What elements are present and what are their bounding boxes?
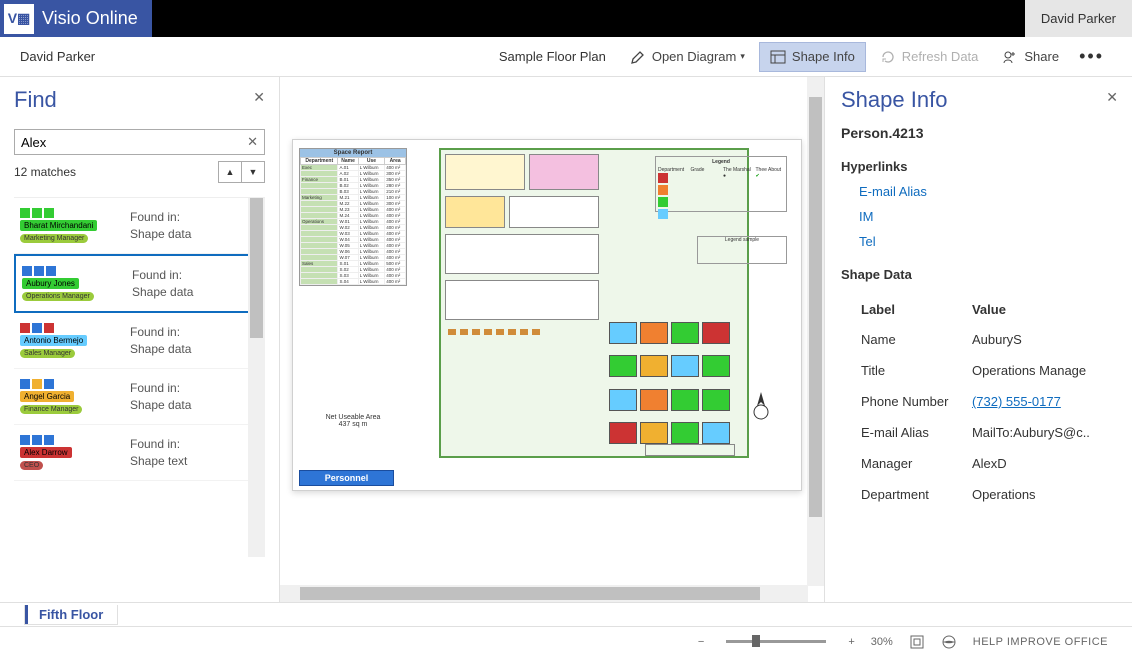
- zoom-out-button[interactable]: −: [698, 636, 704, 648]
- find-result-detail: Found in:Shape data: [130, 209, 191, 243]
- shape-data-row: DepartmentOperations: [843, 480, 1114, 509]
- shape-info-icon: [770, 49, 786, 65]
- hyperlinks-heading: Hyperlinks: [841, 159, 1116, 174]
- open-diagram-button[interactable]: Open Diagram ▾: [620, 43, 755, 71]
- visio-icon: V▦: [4, 4, 34, 34]
- legend-box: Legend Department Grade The Marshal● The…: [655, 156, 787, 212]
- hyperlink-im[interactable]: IM: [859, 209, 1116, 224]
- titlebar-user[interactable]: David Parker: [1025, 0, 1132, 37]
- find-matches-label: 12 matches: [14, 165, 76, 179]
- find-result-detail: Found in:Shape data: [130, 324, 191, 358]
- help-improve-link[interactable]: HELP IMPROVE OFFICE: [973, 636, 1108, 648]
- find-clear-button[interactable]: ✕: [247, 134, 258, 150]
- canvas-area[interactable]: Space Report DepartmentNameUseArea ExecA…: [280, 77, 824, 602]
- find-result-item[interactable]: Angel GarciaFinance ManagerFound in:Shap…: [14, 369, 265, 425]
- refresh-data-button[interactable]: Refresh Data: [870, 43, 989, 71]
- find-panel: Find ✕ ✕ 12 matches ▲ ▼ Bharat Mirchanda…: [0, 77, 280, 602]
- find-result-detail: Found in:Shape text: [130, 436, 187, 470]
- find-result-item[interactable]: Antonio BermejoSales ManagerFound in:Sha…: [14, 313, 265, 369]
- drawing-canvas[interactable]: Space Report DepartmentNameUseArea ExecA…: [292, 139, 802, 491]
- shape-data-label: E-mail Alias: [843, 418, 970, 447]
- shape-data-th-label: Label: [843, 296, 970, 323]
- page-tab-bar: Fifth Floor: [0, 602, 1132, 626]
- shape-data-row: ManagerAlexD: [843, 449, 1114, 478]
- find-title: Find: [14, 87, 265, 113]
- find-input-wrap: ✕: [14, 129, 265, 155]
- personnel-button[interactable]: Personnel: [299, 470, 394, 486]
- app-brand: V▦ Visio Online: [0, 0, 152, 37]
- zoom-percent-label: 30%: [871, 636, 893, 648]
- shape-data-table: Label Value NameAuburySTitleOperations M…: [841, 294, 1116, 511]
- compass-icon: [751, 392, 771, 422]
- find-result-item[interactable]: Aubury JonesOperations ManagerFound in:S…: [14, 254, 265, 313]
- fit-width-button[interactable]: [941, 634, 957, 650]
- command-bar: David Parker Sample Floor Plan Open Diag…: [0, 37, 1132, 77]
- shape-data-row: E-mail AliasMailTo:AuburyS@c..: [843, 418, 1114, 447]
- space-report-table: Space Report DepartmentNameUseArea ExecA…: [299, 148, 407, 286]
- shape-data-value: Operations Manage: [972, 356, 1114, 385]
- space-report-title: Space Report: [300, 149, 406, 157]
- find-prev-button[interactable]: ▲: [218, 161, 242, 183]
- find-close-button[interactable]: ✕: [253, 89, 265, 106]
- shape-data-value: MailTo:AuburyS@c..: [972, 418, 1114, 447]
- shape-info-button[interactable]: Shape Info: [759, 42, 866, 72]
- canvas-h-scrollbar[interactable]: [280, 585, 808, 602]
- shape-data-th-value: Value: [972, 296, 1114, 323]
- title-bar: V▦ Visio Online David Parker: [0, 0, 1132, 37]
- shape-data-value: AlexD: [972, 449, 1114, 478]
- shape-data-label: Manager: [843, 449, 970, 478]
- share-icon: [1002, 49, 1018, 65]
- find-next-button[interactable]: ▼: [241, 161, 265, 183]
- page-tab-label: Fifth Floor: [39, 607, 103, 622]
- find-input[interactable]: [21, 135, 247, 150]
- net-useable-area: Net Useable Area 437 sq m: [299, 414, 407, 428]
- shape-data-label: Title: [843, 356, 970, 385]
- shape-data-row: Phone Number(732) 555-0177: [843, 387, 1114, 416]
- find-result-item[interactable]: Bharat MirchandaniMarketing ManagerFound…: [14, 198, 265, 254]
- find-results-scrollbar[interactable]: [248, 198, 265, 557]
- open-diagram-label: Open Diagram: [652, 49, 737, 64]
- floor-plan: Legend Department Grade The Marshal● The…: [413, 148, 793, 466]
- find-result-detail: Found in:Shape data: [130, 380, 191, 414]
- status-bar: − + 30% HELP IMPROVE OFFICE: [0, 626, 1132, 656]
- page-tab-fifth-floor[interactable]: Fifth Floor: [24, 605, 118, 625]
- shape-data-label: Name: [843, 325, 970, 354]
- share-button[interactable]: Share: [992, 43, 1069, 71]
- chevron-down-icon: ▾: [740, 51, 745, 62]
- refresh-data-label: Refresh Data: [902, 49, 979, 64]
- shape-data-label: Department: [843, 480, 970, 509]
- find-results-list: Bharat MirchandaniMarketing ManagerFound…: [14, 197, 265, 557]
- shape-info-label: Shape Info: [792, 49, 855, 64]
- hyperlink-tel[interactable]: Tel: [859, 234, 1116, 249]
- doc-owner-label: David Parker: [20, 49, 95, 64]
- scale-bar: [645, 444, 735, 456]
- pencil-icon: [630, 49, 646, 65]
- document-title: Sample Floor Plan: [489, 43, 616, 70]
- canvas-v-scrollbar[interactable]: [807, 77, 824, 586]
- shape-data-value: Operations: [972, 480, 1114, 509]
- zoom-slider[interactable]: [726, 640, 826, 643]
- shape-data-link[interactable]: (732) 555-0177: [972, 394, 1061, 409]
- shape-data-value: (732) 555-0177: [972, 387, 1114, 416]
- main-area: Find ✕ ✕ 12 matches ▲ ▼ Bharat Mirchanda…: [0, 77, 1132, 602]
- shape-data-row: TitleOperations Manage: [843, 356, 1114, 385]
- more-commands-button[interactable]: •••: [1071, 46, 1112, 67]
- shape-data-value: AuburyS: [972, 325, 1114, 354]
- shape-data-heading: Shape Data: [841, 267, 1116, 282]
- shape-info-title: Shape Info: [841, 87, 1116, 113]
- fit-page-button[interactable]: [909, 634, 925, 650]
- shape-data-row: NameAuburyS: [843, 325, 1114, 354]
- hyperlink-email[interactable]: E-mail Alias: [859, 184, 1116, 199]
- shape-data-label: Phone Number: [843, 387, 970, 416]
- share-label: Share: [1024, 49, 1059, 64]
- shape-info-close-button[interactable]: ✕: [1106, 89, 1118, 106]
- shape-name-label: Person.4213: [841, 125, 1116, 141]
- find-result-detail: Found in:Shape data: [132, 267, 193, 301]
- zoom-in-button[interactable]: +: [848, 636, 854, 648]
- shape-info-panel: Shape Info ✕ Person.4213 Hyperlinks E-ma…: [824, 77, 1132, 602]
- app-name: Visio Online: [42, 8, 138, 29]
- refresh-icon: [880, 49, 896, 65]
- legend-sample: Legend sample: [697, 236, 787, 264]
- find-result-item[interactable]: Alex DarrowCEOFound in:Shape text: [14, 425, 265, 481]
